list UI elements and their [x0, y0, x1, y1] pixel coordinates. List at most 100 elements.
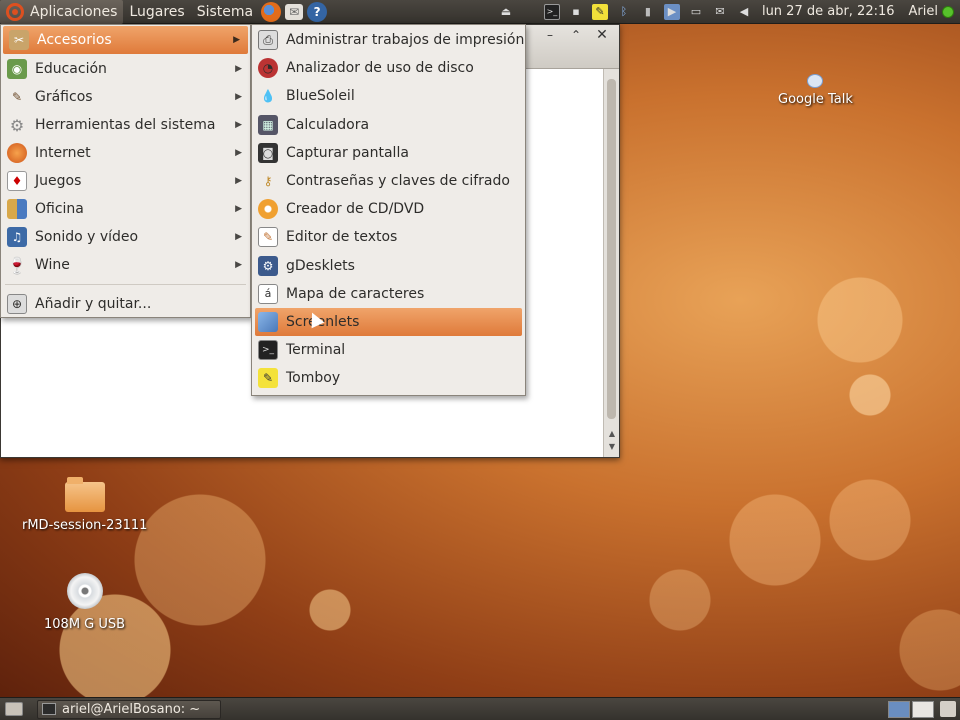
menu-item-educacion[interactable]: ◉ Educación ▶	[1, 55, 250, 83]
text-editor-icon: ✎	[258, 227, 278, 248]
games-icon: ♦	[7, 171, 27, 191]
media-icon[interactable]: ▶	[663, 3, 680, 20]
desktop-cd-drive-label: 108M G USB	[44, 617, 126, 632]
status-available-icon[interactable]	[942, 5, 954, 18]
bluetooth-icon[interactable]: ᛒ	[616, 4, 632, 20]
submenu-item-screenlets[interactable]: Screenlets	[255, 307, 522, 337]
menu-item-wine[interactable]: 🍷 Wine ▶	[1, 251, 250, 279]
submenu-item-gdesklets[interactable]: ⚙ gDesklets	[252, 252, 525, 280]
accessories-icon: ✂	[9, 30, 29, 50]
volume-icon[interactable]: ◀	[736, 4, 752, 20]
menu-item-label: Educación	[35, 61, 107, 77]
system-tray: ⏏ >_ ▪ ✎ ᛒ ▮ ▶ ▭ ✉ ◀ lun 27 de abr, 22:1…	[494, 3, 960, 20]
menu-item-juegos[interactable]: ♦ Juegos ▶	[1, 167, 250, 195]
trash-icon[interactable]	[940, 701, 956, 717]
menu-item-oficina[interactable]: Oficina ▶	[1, 195, 250, 223]
ubuntu-logo-icon	[6, 2, 24, 21]
show-desktop-icon[interactable]	[5, 702, 23, 716]
signal-icon[interactable]: ▮	[640, 4, 656, 20]
places-menu[interactable]: Lugares	[123, 0, 190, 24]
workspace-1[interactable]	[888, 700, 910, 718]
help-icon[interactable]: ?	[307, 1, 328, 22]
submenu-arrow-icon: ▶	[235, 148, 242, 158]
workspace-switcher[interactable]	[888, 700, 934, 718]
mail-icon[interactable]: ✉	[285, 3, 304, 20]
sound-video-icon: ♫	[7, 227, 27, 247]
submenu-arrow-icon: ▶	[235, 120, 242, 130]
scroll-down-arrow-icon[interactable]: ▼	[604, 442, 620, 454]
menu-item-label: Añadir y quitar...	[35, 296, 152, 312]
cd-burner-icon	[258, 199, 278, 220]
submenu-item-cd-creator[interactable]: Creador de CD/DVD	[252, 195, 525, 223]
menu-item-label: Oficina	[35, 201, 84, 217]
cd-drive-icon	[66, 573, 103, 609]
menu-item-label: Gráficos	[35, 89, 93, 105]
menu-item-label: Internet	[35, 145, 91, 161]
menu-item-accesorios[interactable]: ✂ Accesorios ▶	[3, 26, 248, 54]
menu-item-sonido-video[interactable]: ♫ Sonido y vídeo ▶	[1, 223, 250, 251]
menu-item-graficos[interactable]: ✎ Gráficos ▶	[1, 83, 250, 111]
submenu-item-tomboy[interactable]: ✎ Tomboy	[252, 364, 525, 392]
gdesklets-icon: ⚙	[258, 255, 278, 276]
applications-menu-label: Aplicaciones	[30, 3, 118, 20]
submenu-item-bluesoleil[interactable]: 💧 BlueSoleil	[252, 82, 525, 110]
submenu-item-print-jobs[interactable]: ⎙ Administrar trabajos de impresión	[252, 26, 525, 54]
system-menu-label: Sistema	[196, 3, 254, 20]
notes-icon[interactable]: ✎	[591, 3, 608, 20]
clock[interactable]: lun 27 de abr, 22:16	[762, 4, 895, 19]
display-icon[interactable]: ▪	[568, 4, 584, 20]
submenu-item-text-editor[interactable]: ✎ Editor de textos	[252, 223, 525, 251]
network-icon[interactable]: ⏏	[498, 4, 514, 20]
maximize-button[interactable]: ⌃	[565, 27, 587, 43]
desktop-google-talk[interactable]: Google Talk	[778, 74, 853, 107]
submenu-item-label: Terminal	[286, 342, 346, 359]
menu-item-add-remove[interactable]: ⊕ Añadir y quitar...	[1, 290, 250, 318]
menu-item-label: Herramientas del sistema	[35, 117, 216, 133]
submenu-item-disk-usage[interactable]: ◔ Analizador de uso de disco	[252, 54, 525, 82]
menu-item-herramientas[interactable]: ⚙ Herramientas del sistema ▶	[1, 111, 250, 139]
submenu-item-label: Calculadora	[286, 116, 370, 133]
wine-icon: 🍷	[7, 255, 27, 275]
scroll-up-arrow-icon[interactable]: ▲	[604, 429, 620, 441]
submenu-item-label: gDesklets	[286, 257, 355, 274]
submenu-item-character-map[interactable]: á Mapa de caracteres	[252, 280, 525, 308]
battery-icon[interactable]: ▭	[688, 4, 704, 20]
submenu-item-terminal[interactable]: >_ Terminal	[252, 336, 525, 364]
menu-item-internet[interactable]: Internet ▶	[1, 139, 250, 167]
user-name[interactable]: Ariel	[909, 4, 938, 19]
tomboy-icon: ✎	[258, 368, 278, 389]
scrollbar-thumb[interactable]	[607, 79, 616, 419]
desktop-folder[interactable]: rMD-session-23111	[22, 477, 148, 533]
disk-usage-icon: ◔	[258, 58, 278, 79]
terminal-icon[interactable]: >_	[543, 3, 560, 20]
window-scrollbar[interactable]: ▲ ▼	[603, 69, 619, 457]
desktop-folder-label: rMD-session-23111	[22, 518, 148, 533]
workspace-2[interactable]	[912, 700, 934, 718]
minimize-button[interactable]: –	[539, 27, 561, 43]
character-map-icon: á	[258, 283, 278, 304]
applications-menu[interactable]: Aplicaciones	[0, 0, 124, 24]
camera-icon: ◙	[258, 142, 278, 163]
accessories-submenu: ⎙ Administrar trabajos de impresión ◔ An…	[251, 24, 526, 396]
submenu-item-passwords[interactable]: ⚷ Contraseñas y claves de cifrado	[252, 167, 525, 195]
taskbar-button-terminal[interactable]: ariel@ArielBosano: ~	[37, 699, 221, 719]
submenu-item-label: Analizador de uso de disco	[286, 60, 474, 77]
submenu-item-calculator[interactable]: ▦ Calculadora	[252, 111, 525, 139]
places-menu-label: Lugares	[129, 3, 185, 20]
mail-notify-icon[interactable]: ✉	[712, 4, 728, 20]
calculator-icon: ▦	[258, 114, 278, 135]
printer-icon: ⎙	[258, 30, 278, 51]
submenu-item-label: Creador de CD/DVD	[286, 201, 425, 218]
keys-icon: ⚷	[263, 174, 273, 189]
menu-item-label: Sonido y vídeo	[35, 229, 139, 245]
submenu-item-label: Administrar trabajos de impresión	[286, 32, 525, 49]
close-button[interactable]: ✕	[591, 27, 613, 43]
firefox-icon[interactable]	[261, 1, 282, 22]
system-menu[interactable]: Sistema	[191, 0, 259, 24]
taskbar-button-label: ariel@ArielBosano: ~	[62, 701, 201, 717]
submenu-arrow-icon: ▶	[235, 64, 242, 74]
submenu-arrow-icon: ▶	[235, 232, 242, 242]
desktop-cd-drive[interactable]: 108M G USB	[44, 573, 125, 632]
graphics-icon: ✎	[11, 90, 23, 104]
submenu-item-screenshot[interactable]: ◙ Capturar pantalla	[252, 139, 525, 167]
